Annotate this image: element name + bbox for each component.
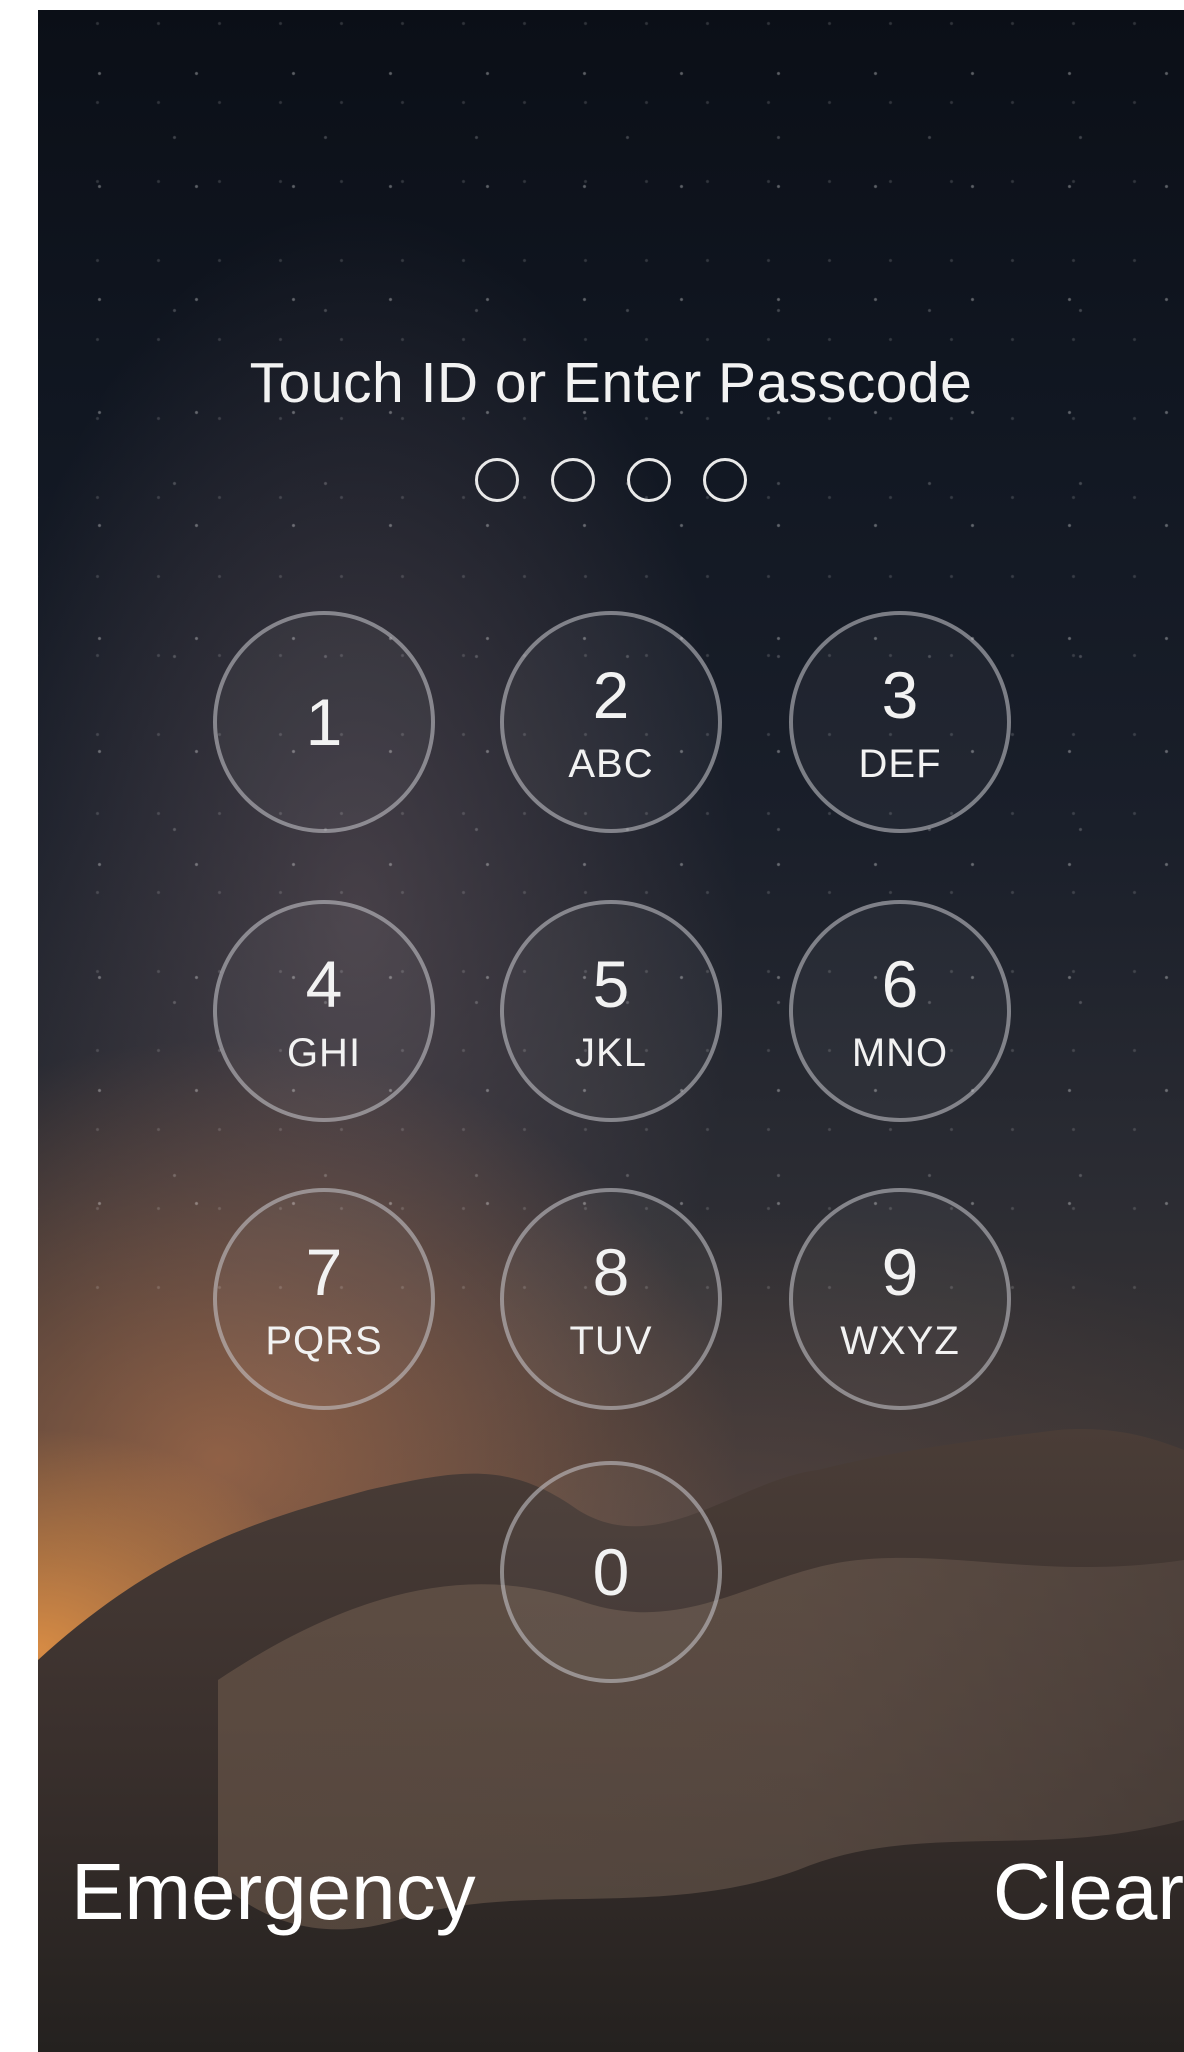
lock-screen: Touch ID or Enter Passcode 1 2 ABC 3 DEF… bbox=[38, 10, 1184, 2052]
key-digit: 3 bbox=[881, 658, 919, 732]
key-digit: 5 bbox=[592, 947, 630, 1021]
keypad-key-7[interactable]: 7 PQRS bbox=[213, 1188, 435, 1410]
key-letters: GHI bbox=[286, 1031, 362, 1075]
passcode-dot bbox=[475, 458, 519, 502]
passcode-dot bbox=[551, 458, 595, 502]
keypad-key-8[interactable]: 8 TUV bbox=[500, 1188, 722, 1410]
key-letters: ABC bbox=[568, 742, 654, 786]
key-letters: PQRS bbox=[265, 1319, 383, 1363]
keypad-key-9[interactable]: 9 WXYZ bbox=[789, 1188, 1011, 1410]
key-letters: TUV bbox=[569, 1319, 653, 1363]
key-letters: DEF bbox=[858, 742, 942, 786]
keypad-key-4[interactable]: 4 GHI bbox=[213, 900, 435, 1122]
key-digit: 2 bbox=[592, 658, 630, 732]
key-digit: 9 bbox=[881, 1235, 919, 1309]
passcode-dot bbox=[627, 458, 671, 502]
key-letters: WXYZ bbox=[840, 1319, 960, 1363]
key-digit: 0 bbox=[592, 1535, 630, 1609]
keypad-key-0[interactable]: 0 bbox=[500, 1461, 722, 1683]
keypad-key-1[interactable]: 1 bbox=[213, 611, 435, 833]
clear-button[interactable]: Clear bbox=[993, 1852, 1184, 1932]
key-digit: 7 bbox=[305, 1235, 343, 1309]
passcode-indicator bbox=[38, 458, 1184, 502]
key-digit: 8 bbox=[592, 1235, 630, 1309]
key-digit: 6 bbox=[881, 947, 919, 1021]
keypad-key-5[interactable]: 5 JKL bbox=[500, 900, 722, 1122]
key-letters: JKL bbox=[575, 1031, 647, 1075]
key-digit: 4 bbox=[305, 947, 343, 1021]
passcode-dot bbox=[703, 458, 747, 502]
key-digit: 1 bbox=[305, 685, 343, 759]
passcode-prompt-title: Touch ID or Enter Passcode bbox=[249, 351, 973, 415]
keypad-key-2[interactable]: 2 ABC bbox=[500, 611, 722, 833]
key-letters: MNO bbox=[851, 1031, 949, 1075]
keypad-key-3[interactable]: 3 DEF bbox=[789, 611, 1011, 833]
emergency-button[interactable]: Emergency bbox=[71, 1852, 476, 1932]
keypad-key-6[interactable]: 6 MNO bbox=[789, 900, 1011, 1122]
